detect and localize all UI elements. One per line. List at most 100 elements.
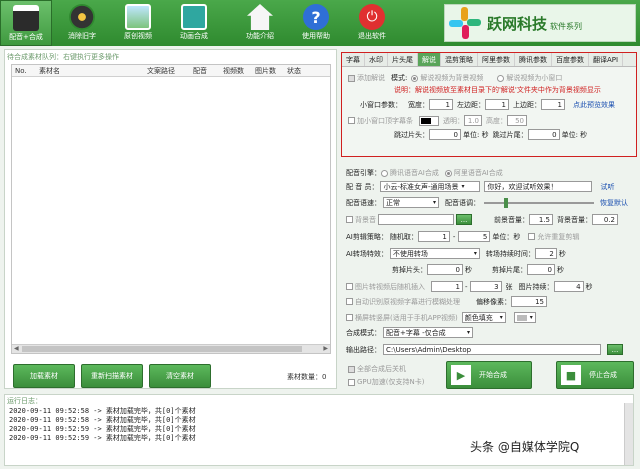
add-explain-checkbox[interactable] <box>348 74 355 82</box>
bgm-checkbox[interactable] <box>346 216 353 223</box>
brand-title: 跃网科技 <box>487 14 548 33</box>
pitch-slider[interactable] <box>484 197 594 208</box>
skip-head-input[interactable]: 0 <box>429 129 461 140</box>
tab-intro-outro[interactable]: 片头尾 <box>388 53 418 66</box>
top-margin-input[interactable]: 1 <box>541 99 565 110</box>
tab-ali-params[interactable]: 阿里参数 <box>478 53 515 66</box>
skip-head-label: 跳过片头： <box>394 130 429 139</box>
height-input[interactable]: 50 <box>507 115 527 126</box>
fill-color-select[interactable]: 颜色填充 <box>461 312 506 323</box>
speed-label: 配音语速： <box>346 198 381 207</box>
tab-baidu-params[interactable]: 百度参数 <box>552 53 589 66</box>
gpu-row: GPU加速(仅支持N卡) <box>348 377 424 387</box>
bg-volume-input[interactable]: 0.2 <box>592 214 618 225</box>
landscape-checkbox[interactable] <box>346 314 353 321</box>
toolbar-dub-compose[interactable]: 配音+合成 <box>0 0 52 46</box>
transition-dur-input[interactable]: 2 <box>534 248 557 259</box>
transition-label: AI转场特效： <box>346 249 388 258</box>
cut-head-input[interactable]: 0 <box>427 264 463 275</box>
clear-material-button[interactable]: 清空素材 <box>149 364 211 388</box>
rescan-material-button[interactable]: 重新扫描素材 <box>81 364 143 388</box>
app-window: 配音+合成 消除旧字 原创视频 动画合成 功能介绍 ? 使用帮助 ⏻ 退出软件 <box>0 0 640 469</box>
random-min-input[interactable]: 1 <box>417 231 450 242</box>
tab-explain[interactable]: 解说 <box>418 53 441 66</box>
small-window-params-row: 小窗口参数： 宽度： 1 左边距： 1 上边距： 1 点此预览效果 <box>360 99 615 110</box>
scroll-left-icon[interactable]: ◀ <box>14 345 19 352</box>
fill-color-swatch-select[interactable] <box>513 312 536 323</box>
scroll-right-icon[interactable]: ▶ <box>323 345 328 352</box>
auto-detect-row: 自动识别原视频字幕进行模糊处理 偏移像素： 15 <box>346 296 547 307</box>
material-queue-panel: 待合成素材队列：右键执行更多操作 No. 素材名 文案路径 配音 视频数 图片数… <box>4 49 337 389</box>
bg-volume-label: 背景音量： <box>557 215 592 224</box>
table-horizontal-scrollbar[interactable]: ◀ ▶ <box>12 344 330 353</box>
gpu-checkbox[interactable] <box>348 378 355 386</box>
toolbar-exit[interactable]: ⏻ 退出软件 <box>346 0 398 46</box>
shutdown-checkbox[interactable] <box>348 365 355 373</box>
log-vertical-scrollbar[interactable] <box>624 403 633 465</box>
mode-label: 模式: <box>391 74 408 82</box>
width-input[interactable]: 1 <box>429 99 453 110</box>
col-no: No. <box>15 66 27 75</box>
random-max-input[interactable]: 5 <box>458 231 491 242</box>
offset-input[interactable]: 15 <box>511 296 547 307</box>
voice-select[interactable]: 小云-标准女声-通用场景 <box>380 181 481 192</box>
add-mask-checkbox[interactable] <box>348 117 355 124</box>
tab-subtitle[interactable]: 字幕 <box>342 53 365 66</box>
transition-select[interactable]: 不使用转场 <box>389 248 480 259</box>
tab-tencent-params[interactable]: 腾讯参数 <box>515 53 552 66</box>
sample-text-input[interactable]: 你好，欢迎试听效果！ <box>484 181 593 192</box>
add-mask-label: 加小窗口顶字幕条 <box>357 116 413 125</box>
top-margin-label: 上边距： <box>513 100 541 109</box>
opacity-input[interactable]: 1.0 <box>464 115 482 126</box>
cut-tail-label: 剪掉片尾： <box>492 265 527 274</box>
output-browse-button[interactable]: ... <box>607 344 623 355</box>
toolbar-label: 退出软件 <box>358 32 386 40</box>
toolbar-label: 原创视频 <box>124 32 152 40</box>
mask-color-swatch[interactable] <box>419 115 439 126</box>
speed-select[interactable]: 正常 <box>383 197 439 208</box>
mode-small-radio[interactable] <box>497 74 505 82</box>
bgm-label: 背景音 <box>355 215 376 224</box>
fg-volume-input[interactable]: 1.5 <box>529 214 553 225</box>
range-dash: - <box>452 232 456 241</box>
tab-watermark[interactable]: 水印 <box>365 53 388 66</box>
tab-translate-api[interactable]: 翻译API <box>589 53 624 66</box>
bgm-path-input[interactable] <box>378 214 454 225</box>
mode-bg-radio[interactable] <box>411 74 419 82</box>
toolbar-original-video[interactable]: 原创视频 <box>112 0 164 46</box>
transition-dur-label: 转场持续时间： <box>485 249 535 258</box>
load-material-button[interactable]: 加载素材 <box>13 364 75 388</box>
toolbar-animation[interactable]: 动画合成 <box>168 0 220 46</box>
image-min-input[interactable]: 1 <box>431 281 463 292</box>
toolbar-features[interactable]: 功能介绍 <box>234 0 286 46</box>
merge-mode-select[interactable]: 配音+字幕 -仅合成 <box>383 327 473 338</box>
preview-link[interactable]: 点此预览效果 <box>573 100 615 110</box>
allow-repeat-checkbox[interactable] <box>528 233 536 240</box>
image-insert-checkbox[interactable] <box>346 283 353 290</box>
col-status: 状态 <box>287 66 301 75</box>
cut-tail-input[interactable]: 0 <box>527 264 555 275</box>
audition-link[interactable]: 试听 <box>600 182 614 192</box>
engine-ali-radio[interactable] <box>444 169 452 177</box>
toolbar-remove-subtitle[interactable]: 消除旧字 <box>56 0 108 46</box>
skip-tail-input[interactable]: 0 <box>527 129 560 140</box>
pitch-label: 配音语调： <box>445 198 480 207</box>
landscape-row: 横屏转竖屏(适用于手机APP视频) 颜色填充 <box>346 312 536 323</box>
reset-link[interactable]: 恢复默认 <box>600 198 628 208</box>
material-table[interactable]: No. 素材名 文案路径 配音 视频数 图片数 状态 ◀ ▶ <box>11 64 331 354</box>
image-max-input[interactable]: 3 <box>469 281 502 292</box>
auto-detect-checkbox[interactable] <box>346 298 353 305</box>
stop-compose-button[interactable]: ■ 停止合成 <box>556 361 634 389</box>
left-margin-input[interactable]: 1 <box>485 99 509 110</box>
image-dur-input[interactable]: 4 <box>553 281 584 292</box>
start-compose-button[interactable]: ▶ 开始合成 <box>446 361 532 389</box>
bgm-browse-button[interactable]: ... <box>456 214 472 225</box>
opacity-label: 透明： <box>443 116 464 125</box>
output-path-input[interactable]: C:\Users\Admin\Desktop <box>383 344 601 355</box>
image-unit: 张 <box>505 282 513 291</box>
tab-mix-strategy[interactable]: 混剪策略 <box>441 53 478 66</box>
skip-head-unit: 单位: 秒 <box>463 130 489 139</box>
scroll-thumb[interactable] <box>22 346 302 352</box>
engine-tencent-radio[interactable] <box>381 169 388 177</box>
toolbar-help[interactable]: ? 使用帮助 <box>290 0 342 46</box>
